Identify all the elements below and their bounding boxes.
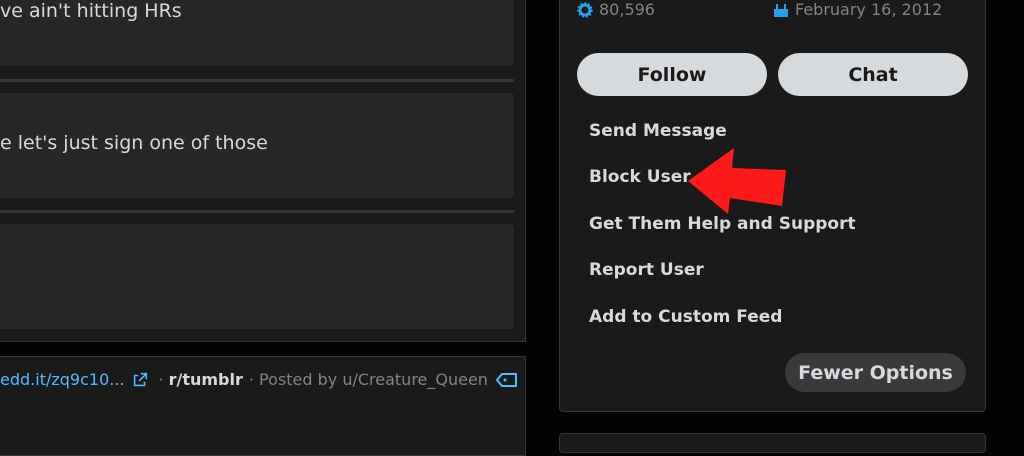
follow-button[interactable]: Follow (577, 53, 767, 96)
external-link-icon[interactable] (131, 371, 149, 389)
post-meta: edd.it/zq9c10... · r/tumblr · Posted by … (0, 370, 518, 389)
comment-divider-2 (0, 210, 514, 213)
tag-icon (495, 372, 518, 387)
menu-get-help[interactable]: Get Them Help and Support (589, 214, 856, 234)
post-link[interactable]: edd.it/zq9c10... (0, 370, 125, 389)
posted-by[interactable]: · Posted by u/Creature_Queen (249, 370, 488, 389)
karma-stat: 80,596 (577, 0, 655, 19)
chat-button[interactable]: Chat (778, 53, 968, 96)
annotation-arrow-icon (688, 148, 786, 214)
fewer-options-button[interactable]: Fewer Options (785, 353, 966, 392)
meta-separator: · (158, 370, 164, 389)
karma-value: 80,596 (599, 0, 655, 19)
next-sidebar-card (559, 433, 986, 453)
comment-card-3[interactable] (0, 224, 514, 329)
menu-block-user[interactable]: Block User (589, 167, 691, 187)
cake-day-stat: February 16, 2012 (773, 0, 942, 19)
subreddit-link[interactable]: r/tumblr (169, 370, 243, 389)
menu-add-custom-feed[interactable]: Add to Custom Feed (589, 307, 782, 327)
cake-icon (773, 2, 789, 18)
menu-send-message[interactable]: Send Message (589, 121, 727, 141)
comment-text-1: ve ain't hitting HRs (0, 0, 182, 22)
comment-text-2: e let's just sign one of those (0, 132, 268, 154)
comment-divider-1 (0, 79, 514, 82)
cake-day-value: February 16, 2012 (795, 0, 943, 19)
menu-report-user[interactable]: Report User (589, 260, 704, 280)
karma-icon (577, 1, 593, 18)
